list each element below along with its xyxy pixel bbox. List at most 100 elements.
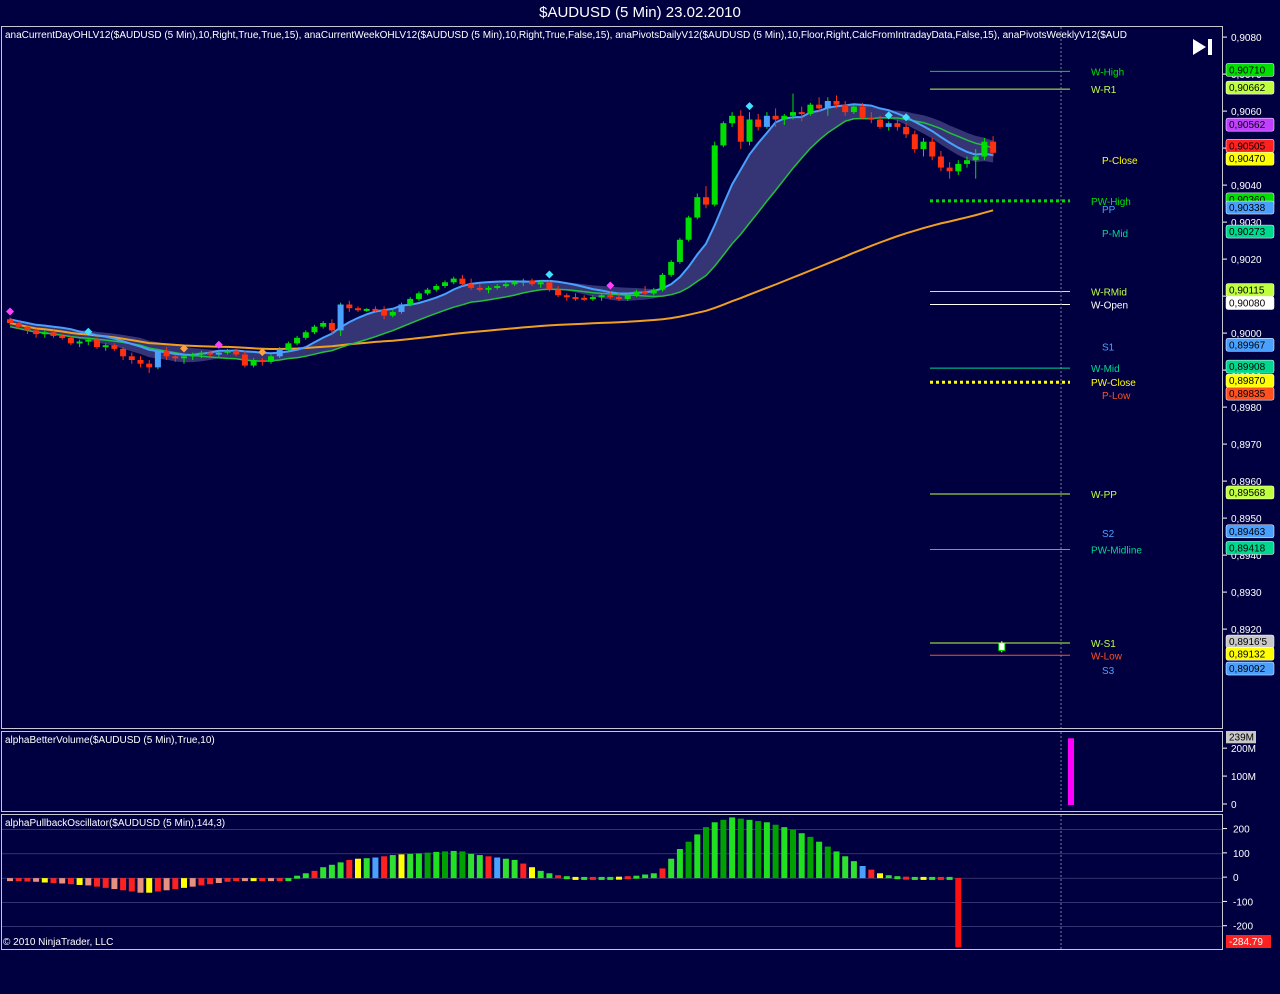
- osc-bar: [616, 876, 622, 880]
- osc-bar: [737, 818, 744, 879]
- level-label: W-R1: [1091, 85, 1117, 96]
- candle: [790, 93, 796, 120]
- osc-bar: [111, 878, 118, 890]
- osc-bar: [833, 851, 840, 879]
- oscillator-panel[interactable]: alphaPullbackOscillator($AUDUSD (5 Min),…: [1, 814, 1223, 950]
- osc-bar: [372, 857, 379, 879]
- osc-bar: [442, 851, 448, 879]
- level-label: W-High: [1091, 67, 1124, 78]
- osc-badge: -284.79: [1226, 935, 1271, 948]
- osc-bar: [41, 878, 48, 883]
- svg-text:239M: 239M: [1229, 732, 1254, 743]
- osc-bar: [337, 862, 344, 879]
- osc-bar: [729, 817, 736, 879]
- osc-bar: [746, 819, 753, 879]
- osc-bar: [328, 864, 335, 879]
- candle: [711, 141, 718, 207]
- osc-bar: [555, 875, 562, 879]
- candle: [737, 110, 744, 150]
- volume-bar: [1068, 738, 1074, 805]
- oscillator-axis: 200 100 0 -100 -200 -284.79: [1223, 825, 1271, 948]
- svg-text:0,8916'5: 0,8916'5: [1229, 637, 1267, 648]
- osc-bar: [302, 873, 309, 879]
- osc-bar: [355, 858, 361, 879]
- svg-text:0,90273: 0,90273: [1229, 227, 1266, 238]
- osc-bar: [546, 873, 553, 879]
- osc-bar: [937, 876, 944, 880]
- osc-bar: [15, 878, 22, 882]
- osc-bar: [502, 858, 509, 879]
- slow-ma-line: [9, 117, 994, 362]
- osc-bar: [511, 859, 518, 879]
- price-badge: 0,90662: [1225, 80, 1275, 95]
- candle: [920, 138, 927, 157]
- svg-text:0,90662: 0,90662: [1229, 83, 1266, 94]
- svg-text:0,90338: 0,90338: [1229, 203, 1266, 214]
- osc-bar: [407, 853, 414, 879]
- long-ma-line: [9, 209, 994, 350]
- osc-bar: [807, 836, 814, 879]
- osc-bar: [520, 863, 527, 879]
- osc-bar: [711, 822, 718, 879]
- osc-bar: [824, 846, 831, 879]
- play-to-end-button[interactable]: [1190, 36, 1216, 58]
- chart-title: $AUDUSD (5 Min) 23.02.2010: [539, 4, 741, 21]
- osc-bar: [642, 874, 649, 879]
- osc-bar: [433, 851, 440, 879]
- volume-panel[interactable]: alphaBetterVolume($AUDUSD (5 Min),True,1…: [1, 731, 1223, 812]
- price-badge: 0,89835: [1225, 386, 1275, 401]
- price-badge: 0,90470: [1225, 151, 1275, 166]
- osc-bar: [33, 878, 40, 882]
- osc-bar: [763, 822, 770, 879]
- price-indicator-label: anaCurrentDayOHLV12($AUDUSD (5 Min),10,R…: [5, 30, 1127, 41]
- candle: [415, 291, 422, 301]
- signal-diamond-icon: [745, 102, 754, 111]
- osc-tick-label: -200: [1233, 922, 1253, 933]
- candle: [720, 121, 727, 148]
- candle: [685, 215, 692, 242]
- candle: [763, 112, 770, 129]
- osc-bar: [198, 878, 205, 886]
- osc-bar: [529, 867, 535, 879]
- candle: [442, 280, 448, 288]
- candle: [128, 352, 135, 364]
- osc-bar: [450, 850, 457, 879]
- osc-bar: [311, 870, 318, 879]
- osc-bar: [476, 855, 483, 879]
- oscillator-indicator-label: alphaPullbackOscillator($AUDUSD (5 Min),…: [5, 818, 226, 829]
- osc-bar: [250, 878, 257, 882]
- osc-bar: [294, 875, 301, 879]
- osc-bar: [276, 878, 283, 882]
- candle: [581, 295, 588, 301]
- osc-bar: [589, 876, 596, 880]
- osc-bar: [76, 878, 83, 885]
- osc-bar: [7, 878, 13, 882]
- candle: [450, 276, 457, 285]
- osc-bar: [850, 861, 857, 879]
- price-panel[interactable]: W-High W-R1 P-Close PW-High PP P-Mid W-RMid W-O…: [1, 26, 1223, 729]
- level-label: S3: [1102, 666, 1115, 677]
- price-badge: 0,89418: [1225, 541, 1275, 555]
- candle: [937, 150, 944, 172]
- fast-ma-line: [9, 103, 994, 356]
- osc-bar: [102, 878, 109, 888]
- osc-bar: [459, 851, 466, 879]
- candle: [433, 284, 440, 292]
- volume-axis: 200M 100M 0 239M: [1223, 731, 1256, 811]
- price-badge: 0,90338: [1225, 200, 1275, 215]
- osc-bar: [685, 841, 692, 879]
- price-badge: 0,89870: [1225, 373, 1275, 388]
- osc-bar: [146, 878, 153, 893]
- osc-bar: [85, 878, 92, 886]
- osc-bar: [563, 876, 570, 880]
- price-tick-label: 0,8950: [1231, 514, 1262, 525]
- osc-bar: [903, 876, 910, 880]
- osc-bar: [268, 878, 274, 882]
- price-badge: 0,90115: [1225, 283, 1275, 297]
- level-label: P-Mid: [1102, 229, 1128, 240]
- price-tick-label: 0,8970: [1231, 440, 1262, 451]
- svg-text:0,90470: 0,90470: [1229, 154, 1266, 165]
- volume-badge: 239M: [1226, 731, 1256, 744]
- osc-bar: [285, 878, 292, 882]
- osc-bar: [650, 873, 657, 879]
